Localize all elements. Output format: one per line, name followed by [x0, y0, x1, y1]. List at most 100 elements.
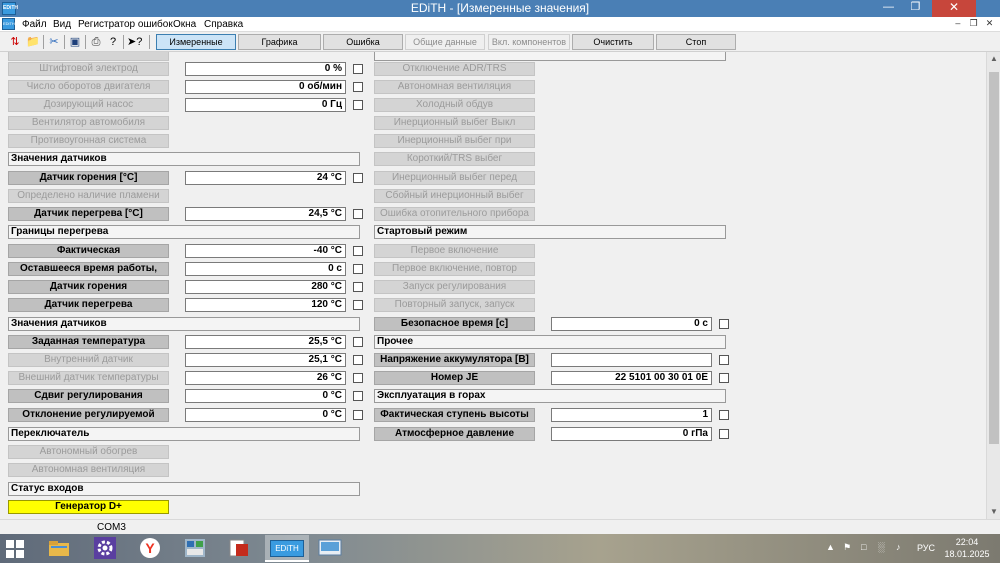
stop-button[interactable]: Стоп	[656, 34, 736, 50]
yandex-browser-icon[interactable]: Y	[131, 535, 169, 562]
label-anti-theft: Противоугонная система	[8, 134, 169, 148]
restore-icon[interactable]: ❐	[902, 0, 929, 17]
connect-icon[interactable]: ⇅	[8, 35, 22, 49]
clear-button[interactable]: Очистить	[572, 34, 654, 50]
value-safety-time: 0 с	[551, 317, 712, 331]
tab-error[interactable]: Ошибка	[323, 34, 403, 50]
checkbox-safety-time[interactable]	[719, 319, 729, 329]
tray-volume-icon[interactable]: ♪	[896, 542, 901, 563]
windows-start-icon[interactable]	[6, 540, 24, 558]
label-heater-error: Ошибка отопительного прибора	[374, 207, 535, 221]
toolbar-separator	[64, 35, 65, 49]
label-first-start-repeat: Первое включение, повтор	[374, 262, 535, 276]
tab-general-data[interactable]: Общие данные	[405, 34, 485, 50]
cut-icon[interactable]: ✂	[47, 35, 61, 49]
menu-help[interactable]: Справка	[204, 17, 243, 32]
tray-up-arrow-icon[interactable]: ▲	[826, 542, 835, 563]
checkbox-dosing-pump[interactable]	[353, 100, 363, 110]
info-icon[interactable]: ?	[106, 35, 120, 49]
edith-small-icon[interactable]: EDiTH	[2, 18, 15, 30]
menu-error-logger[interactable]: Регистратор ошибок	[78, 17, 173, 32]
explorer-icon[interactable]	[40, 535, 78, 562]
label-je-number: Номер JE	[374, 371, 535, 385]
edith-taskbar-app[interactable]: EDiTH	[265, 535, 309, 562]
save-icon[interactable]: ▣	[68, 35, 82, 49]
value-remaining-time: 0 с	[185, 262, 346, 276]
menu-file[interactable]: Файл	[22, 17, 47, 32]
tab-graphics[interactable]: Графика	[238, 34, 321, 50]
minimize-icon[interactable]: —	[875, 0, 902, 17]
menu-view[interactable]: Вид	[53, 17, 71, 32]
tray-flag-icon[interactable]: ⚑	[843, 542, 851, 563]
tray-language[interactable]: РУС	[917, 543, 935, 563]
menu-windows[interactable]: Окна	[173, 17, 196, 32]
value-battery-voltage	[551, 353, 712, 367]
document-app-icon[interactable]	[220, 535, 258, 562]
tab-component-activation[interactable]: Вкл. компонентов	[488, 34, 570, 50]
label-control-start: Запуск регулирования	[374, 280, 535, 294]
scroll-down-icon[interactable]: ▼	[987, 505, 1000, 519]
checkbox-altitude-level[interactable]	[719, 410, 729, 420]
label-fault-afterrun: Сбойный инерционный выбег	[374, 189, 535, 203]
scrollbar-thumb[interactable]	[989, 72, 999, 444]
label-control-shift: Сдвиг регулирования	[8, 389, 169, 403]
value-overheat-sensor: 24,5 °C	[185, 207, 346, 221]
checkbox-glow-pin[interactable]	[353, 64, 363, 74]
checkbox-control-deviation[interactable]	[353, 410, 363, 420]
label-battery-voltage: Напряжение аккумулятора [B]	[374, 353, 535, 367]
toolbar-separator	[123, 35, 124, 49]
checkbox-remaining-time[interactable]	[353, 264, 363, 274]
value-control-shift: 0 °C	[185, 389, 346, 403]
checkbox-internal-sensor[interactable]	[353, 355, 363, 365]
mdi-minimize-icon[interactable]: –	[951, 18, 964, 30]
checkbox-control-shift[interactable]	[353, 391, 363, 401]
measured-values-panel: Штифтовой электрод 0 % Число оборотов дв…	[0, 52, 986, 519]
screen-app-icon[interactable]	[311, 535, 349, 562]
svg-text:Y: Y	[145, 540, 155, 556]
open-folder-icon[interactable]: 📁	[26, 35, 40, 49]
tray-device-icon[interactable]: □	[861, 542, 866, 563]
close-icon[interactable]: ✕	[932, 0, 976, 17]
window-title: EDiTH - [Измеренные значения]	[410, 1, 590, 15]
value-setpoint-temp: 25,5 °C	[185, 335, 346, 349]
section-overheat-limits: Границы перегрева	[8, 225, 360, 239]
checkbox-je-number[interactable]	[719, 373, 729, 383]
value-control-deviation: 0 °C	[185, 408, 346, 422]
mdi-restore-icon[interactable]: ❐	[967, 18, 980, 30]
checkbox-setpoint-temp[interactable]	[353, 337, 363, 347]
label-overheat-sensor: Датчик перегрева [°C]	[8, 207, 169, 221]
tab-measured-values[interactable]: Измеренные значения	[156, 34, 236, 61]
label-glow-pin: Штифтовой электрод	[8, 62, 169, 76]
value-actual: -40 °C	[185, 244, 346, 258]
label-afterrun-at: Инерционный выбег при	[374, 134, 535, 148]
network-app-icon[interactable]	[176, 535, 214, 562]
help-icon[interactable]: ➤?	[127, 35, 142, 49]
value-atmospheric-pressure: 0 гПа	[551, 427, 712, 441]
checkbox-actual[interactable]	[353, 246, 363, 256]
label-actual: Фактическая	[8, 244, 169, 258]
section-start-mode: Стартовый режим	[374, 225, 726, 239]
tray-signal-icon[interactable]: ░	[878, 542, 884, 563]
checkbox-overheat-limit[interactable]	[353, 300, 363, 310]
label-restart: Повторный запуск, запуск	[374, 298, 535, 312]
tray-clock[interactable]: 22:04 18.01.2025	[942, 536, 992, 560]
label-afterrun-off: Инерционный выбег Выкл	[374, 116, 535, 130]
value-internal-sensor: 25,1 °C	[185, 353, 346, 367]
label-altitude-level: Фактическая ступень высоты	[374, 408, 535, 422]
checkbox-atmospheric-pressure[interactable]	[719, 429, 729, 439]
checkbox-engine-rpm[interactable]	[353, 82, 363, 92]
checkbox-battery-voltage[interactable]	[719, 355, 729, 365]
label-internal-sensor: Внутренний датчик	[8, 353, 169, 367]
print-icon[interactable]: ⎙	[89, 35, 103, 49]
vertical-scrollbar[interactable]: ▲ ▼	[986, 52, 1000, 519]
toolbar-separator	[43, 35, 44, 49]
checkbox-overheat-sensor[interactable]	[353, 209, 363, 219]
settings-icon[interactable]	[86, 535, 124, 562]
label-cold-blow: Холодный обдув	[374, 98, 535, 112]
scroll-up-icon[interactable]: ▲	[987, 52, 1000, 66]
mdi-close-icon[interactable]: ✕	[983, 18, 996, 30]
mdi-controls: – ❐ ✕	[951, 18, 996, 31]
checkbox-flame-limit[interactable]	[353, 282, 363, 292]
checkbox-external-temp[interactable]	[353, 373, 363, 383]
checkbox-flame-sensor[interactable]	[353, 173, 363, 183]
